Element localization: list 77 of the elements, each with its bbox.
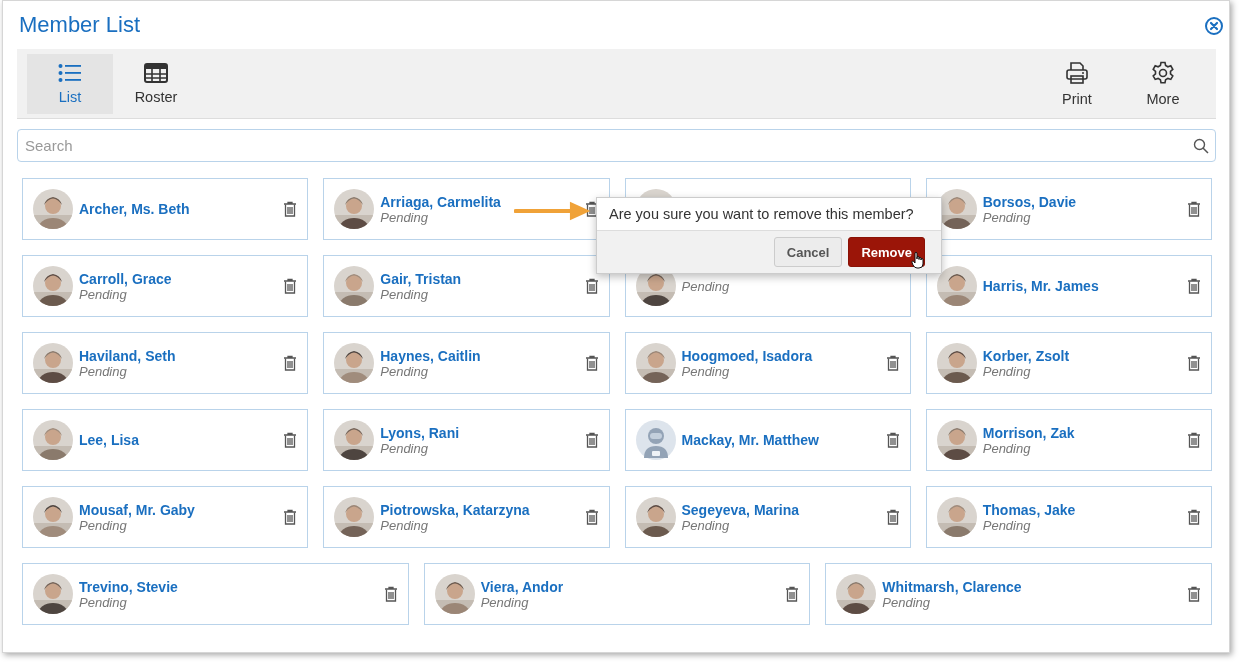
member-status: Pending bbox=[681, 278, 730, 294]
robot-avatar-icon bbox=[635, 420, 676, 460]
trash-icon[interactable] bbox=[283, 355, 298, 371]
member-name-link[interactable]: Haviland, Seth bbox=[79, 347, 176, 364]
trash-icon[interactable] bbox=[885, 432, 900, 448]
member-status: Pending bbox=[79, 363, 127, 379]
trash-icon[interactable] bbox=[1187, 201, 1201, 217]
remove-button[interactable]: Remove bbox=[848, 237, 925, 267]
member-status: Pending bbox=[681, 517, 730, 533]
window-title: Member List bbox=[19, 12, 141, 38]
member-name-link[interactable]: Carroll, Grace bbox=[79, 270, 172, 287]
member-status: Pending bbox=[380, 209, 428, 225]
trash-icon[interactable] bbox=[1187, 586, 1201, 602]
confirm-message: Are you sure you want to remove this member? bbox=[608, 205, 915, 224]
member-name-link[interactable]: Harris, Mr. James bbox=[982, 278, 1099, 294]
member-status: Pending bbox=[380, 517, 428, 533]
trash-icon[interactable] bbox=[383, 586, 398, 602]
member-name-link[interactable]: Viera, Andor bbox=[480, 578, 564, 595]
member-name-link[interactable]: Arriaga, Carmelita bbox=[380, 193, 501, 210]
search-field[interactable]: Search bbox=[17, 129, 1216, 162]
trash-icon[interactable] bbox=[584, 509, 599, 525]
trash-icon[interactable] bbox=[584, 278, 599, 294]
hand-cursor-icon bbox=[911, 251, 925, 269]
member-status: Pending bbox=[480, 594, 529, 610]
table-icon bbox=[144, 63, 168, 83]
member-status: Pending bbox=[380, 440, 428, 456]
printer-icon bbox=[1065, 61, 1089, 85]
trash-icon[interactable] bbox=[283, 432, 298, 448]
member-name-link[interactable]: Hoogmoed, Isadora bbox=[681, 347, 813, 364]
trash-icon[interactable] bbox=[1187, 509, 1201, 525]
member-name-link[interactable]: Segeyeva, Marina bbox=[681, 501, 799, 518]
member-status: Pending bbox=[882, 594, 931, 610]
trash-icon[interactable] bbox=[584, 355, 599, 371]
list-icon bbox=[58, 63, 82, 83]
member-status: Pending bbox=[982, 209, 1031, 225]
trash-icon[interactable] bbox=[283, 509, 298, 525]
member-status: Pending bbox=[79, 517, 127, 533]
trash-icon[interactable] bbox=[1187, 278, 1201, 294]
member-status: Pending bbox=[380, 363, 428, 379]
trash-icon[interactable] bbox=[885, 355, 900, 371]
trash-icon[interactable] bbox=[785, 586, 800, 602]
member-name-link[interactable]: Lyons, Rani bbox=[380, 424, 460, 441]
search-icon bbox=[1193, 138, 1209, 154]
member-status: Pending bbox=[982, 517, 1031, 533]
toolbar-button[interactable]: Print bbox=[1034, 54, 1120, 114]
member-name-link[interactable]: Piotrowska, Katarzyna bbox=[380, 501, 530, 518]
trash-icon[interactable] bbox=[584, 201, 599, 217]
toolbar-button[interactable]: More bbox=[1120, 54, 1206, 114]
settings-icon bbox=[1151, 61, 1175, 85]
toolbar-button[interactable]: Roster bbox=[113, 54, 199, 114]
member-name-link[interactable]: Borsos, Davie bbox=[982, 193, 1077, 210]
member-name-link[interactable]: Morrison, Zak bbox=[982, 424, 1075, 441]
close-icon[interactable] bbox=[1204, 16, 1224, 36]
member-status: Pending bbox=[79, 594, 127, 610]
member-name-link[interactable]: Archer, Ms. Beth bbox=[79, 201, 190, 217]
trash-icon[interactable] bbox=[1187, 355, 1201, 371]
toolbar-button[interactable]: List bbox=[27, 54, 113, 114]
member-status: Pending bbox=[79, 286, 127, 302]
member-name-link[interactable]: Mackay, Mr. Matthew bbox=[681, 432, 819, 448]
trash-icon[interactable] bbox=[283, 278, 298, 294]
member-name-link[interactable]: Gair, Tristan bbox=[380, 270, 462, 287]
trash-icon[interactable] bbox=[584, 432, 599, 448]
member-name-link[interactable]: Lee, Lisa bbox=[79, 432, 139, 448]
member-name-link[interactable]: Whitmarsh, Clarence bbox=[882, 578, 1022, 595]
cancel-button[interactable]: Cancel bbox=[773, 237, 843, 267]
member-name-link[interactable]: Mousaf, Mr. Gaby bbox=[79, 501, 195, 518]
member-name-link[interactable]: Haynes, Caitlin bbox=[380, 347, 481, 364]
member-name-link[interactable]: Korber, Zsolt bbox=[982, 347, 1070, 364]
member-name-link[interactable]: Trevino, Stevie bbox=[79, 578, 178, 595]
member-name-link[interactable]: Thomas, Jake bbox=[982, 501, 1076, 518]
trash-icon[interactable] bbox=[283, 201, 298, 217]
member-status: Pending bbox=[982, 363, 1031, 379]
member-status: Pending bbox=[982, 440, 1031, 456]
member-status: Pending bbox=[380, 286, 428, 302]
trash-icon[interactable] bbox=[885, 509, 900, 525]
trash-icon[interactable] bbox=[1187, 432, 1201, 448]
member-status: Pending bbox=[681, 363, 730, 379]
